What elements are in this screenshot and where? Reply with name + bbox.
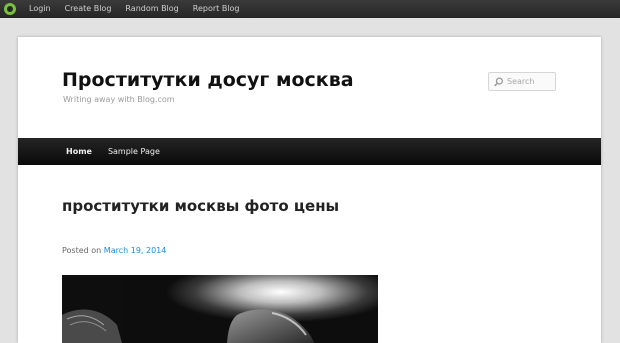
post-meta: Posted on March 19, 2014 — [62, 246, 166, 255]
post-photo — [62, 275, 378, 343]
blog-logo-icon[interactable] — [4, 3, 16, 15]
admin-bar: Login Create Blog Random Blog Report Blo… — [0, 0, 620, 18]
login-link[interactable]: Login — [22, 0, 58, 18]
search-icon — [494, 77, 503, 86]
search-box[interactable] — [488, 72, 556, 91]
nav-item-sample-page[interactable]: Sample Page — [100, 138, 168, 165]
random-blog-link[interactable]: Random Blog — [118, 0, 185, 18]
site-title[interactable]: Проститутки досуг москва — [62, 69, 354, 91]
page-container: Проститутки досуг москва Writing away wi… — [18, 37, 601, 343]
create-blog-link[interactable]: Create Blog — [58, 0, 119, 18]
post-title[interactable]: проститутки москвы фото цены — [62, 194, 352, 219]
posted-on-label: Posted on — [62, 246, 102, 255]
post-date-link[interactable]: March 19, 2014 — [104, 246, 167, 255]
search-input[interactable] — [504, 77, 555, 86]
post-image — [62, 275, 378, 343]
site-description: Writing away with Blog.com — [63, 95, 175, 104]
report-blog-link[interactable]: Report Blog — [186, 0, 247, 18]
nav-item-home[interactable]: Home — [58, 138, 100, 165]
main-navigation: Home Sample Page — [18, 138, 601, 165]
